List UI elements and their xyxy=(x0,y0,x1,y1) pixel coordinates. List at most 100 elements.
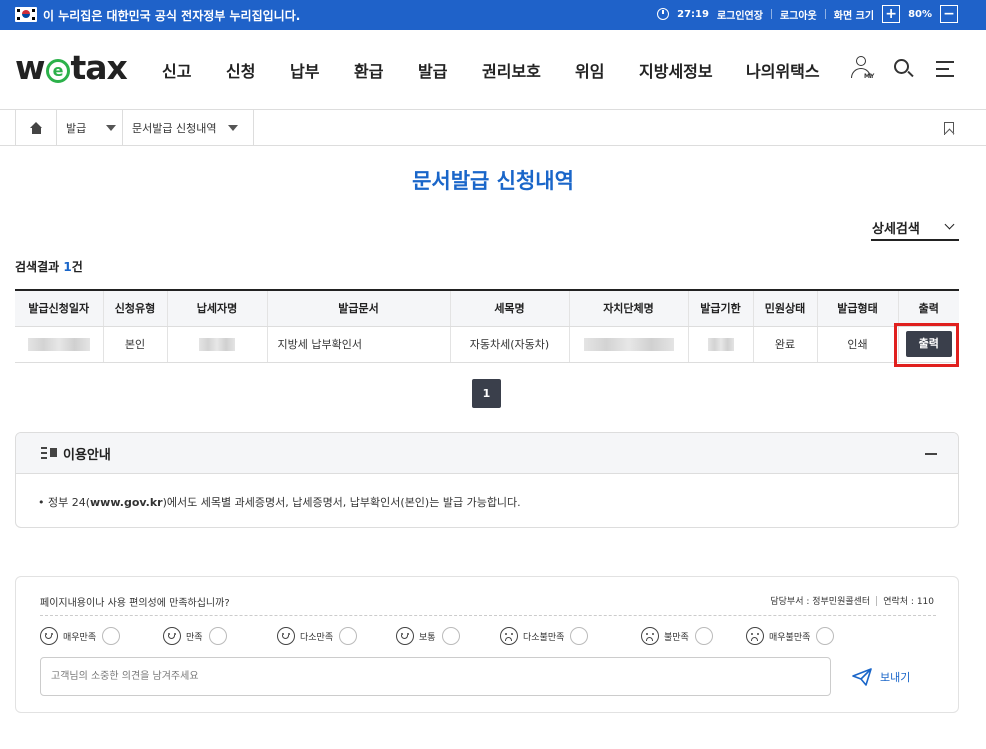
rating-radio[interactable] xyxy=(816,627,835,645)
rating-radio[interactable] xyxy=(570,627,589,645)
cell-request-date xyxy=(15,326,104,363)
logo-tax: tax xyxy=(70,48,128,87)
nav-item-payment[interactable]: 납부 xyxy=(290,58,354,82)
rating-neutral[interactable]: 보통 xyxy=(396,627,492,645)
very-satisfied-face-icon xyxy=(40,627,58,645)
nav-item-issue[interactable]: 발급 xyxy=(418,58,482,82)
caret-down-icon xyxy=(106,125,117,131)
send-feedback-button[interactable]: 보내기 xyxy=(852,666,910,688)
zoom-out-button[interactable]: − xyxy=(940,5,958,23)
menu-icon[interactable] xyxy=(934,56,958,82)
logo-e: e xyxy=(45,59,70,83)
announcement-icon xyxy=(41,447,57,459)
rating-dissatisfied[interactable]: 불만족 xyxy=(641,627,738,645)
chevron-down-icon xyxy=(944,219,955,230)
feedback-input[interactable] xyxy=(40,657,831,696)
contact-number: 연락처 : 110 xyxy=(883,597,934,607)
redacted-value xyxy=(707,337,734,351)
bookmark-icon[interactable] xyxy=(944,122,954,135)
cell-document: 지방세 납부확인서 xyxy=(267,326,451,363)
rating-radio[interactable] xyxy=(339,627,358,645)
home-button[interactable] xyxy=(15,110,57,146)
neutral-face-icon xyxy=(396,627,414,645)
cell-status: 완료 xyxy=(753,326,818,363)
somewhat-dissatisfied-face-icon xyxy=(500,627,518,645)
redacted-value xyxy=(27,337,90,351)
guide-text-part: )에서도 세목별 과세증명서, 납세증명서, 납부확인서(본인)는 발급 가능합… xyxy=(162,496,521,509)
pagination-page-1[interactable]: 1 xyxy=(472,379,501,408)
cell-municipality xyxy=(569,326,689,363)
wetax-logo[interactable]: w e tax xyxy=(15,48,128,87)
cell-deadline xyxy=(688,326,754,363)
cell-issue-form: 인쇄 xyxy=(817,326,899,363)
usage-guide-header[interactable]: 이용안내 xyxy=(16,433,958,474)
print-button[interactable]: 출력 xyxy=(905,331,952,357)
cell-request-type: 본인 xyxy=(103,326,168,363)
very-dissatisfied-face-icon xyxy=(746,627,764,645)
nav-item-delegation[interactable]: 위임 xyxy=(575,58,639,82)
issue-history-table: 발급신청일자 신청유형 납세자명 발급문서 세목명 자치단체명 발급기한 민원상… xyxy=(15,289,959,363)
result-suffix: 건 xyxy=(71,260,83,274)
detail-search-toggle[interactable]: 상세검색 xyxy=(871,213,959,241)
result-count-number: 1 xyxy=(63,260,72,274)
caret-down-icon xyxy=(228,125,239,131)
rating-radio[interactable] xyxy=(208,627,227,645)
breadcrumb: 발급 문서발급 신청내역 xyxy=(0,110,986,146)
divider xyxy=(770,9,772,19)
rating-very-satisfied[interactable]: 매우만족 xyxy=(40,627,155,645)
rating-somewhat-dissatisfied[interactable]: 다소불만족 xyxy=(500,627,633,645)
nav-item-my-wetax[interactable]: 나의위택스 xyxy=(746,58,820,82)
rating-very-dissatisfied[interactable]: 매우불만족 xyxy=(746,627,835,645)
rating-options: 매우만족 만족 다소만족 보통 다소불만족 불만족 매우불만족 xyxy=(40,627,842,645)
extend-login-button[interactable]: 로그인연장 xyxy=(717,7,763,22)
font-size-label: 화면 크기 xyxy=(833,10,875,22)
dissatisfied-face-icon xyxy=(641,627,659,645)
cell-print: 출력 xyxy=(898,326,959,363)
nav-item-refund[interactable]: 환급 xyxy=(354,58,418,82)
survey-question: 페이지내용이나 사용 편의성에 만족하십니까? xyxy=(40,598,230,609)
logout-button[interactable]: 로그아웃 xyxy=(780,7,817,22)
nav-item-local-tax-info[interactable]: 지방세정보 xyxy=(639,58,746,82)
page-title: 문서발급 신청내역 xyxy=(412,169,574,193)
table-header-row: 발급신청일자 신청유형 납세자명 발급문서 세목명 자치단체명 발급기한 민원상… xyxy=(15,290,959,327)
result-count: 검색결과 1건 xyxy=(15,258,83,275)
zoom-in-button[interactable]: + xyxy=(882,5,901,23)
col-header-tax-item: 세목명 xyxy=(450,290,570,327)
rating-somewhat-satisfied[interactable]: 다소만족 xyxy=(277,627,388,645)
breadcrumb-document-issue-history[interactable]: 문서발급 신청내역 xyxy=(123,110,254,146)
redacted-value xyxy=(583,337,674,351)
search-icon[interactable] xyxy=(892,56,916,82)
my-page-icon[interactable]: MY xyxy=(850,56,874,82)
breadcrumb-issue[interactable]: 발급 xyxy=(57,110,123,146)
nav-item-report[interactable]: 신고 xyxy=(162,58,226,82)
collapse-icon[interactable] xyxy=(925,453,937,455)
cell-taxpayer xyxy=(167,326,268,363)
result-prefix: 검색결과 xyxy=(15,260,64,274)
col-header-issue-form: 발급형태 xyxy=(817,290,899,327)
nav-item-apply[interactable]: 신청 xyxy=(226,58,290,82)
col-header-status: 민원상태 xyxy=(753,290,818,327)
rating-label: 다소만족 xyxy=(300,632,334,643)
somewhat-satisfied-face-icon xyxy=(277,627,295,645)
cell-tax-item: 자동차세(자동차) xyxy=(450,326,570,363)
col-header-taxpayer: 납세자명 xyxy=(167,290,268,327)
session-timer: 27:19 xyxy=(677,8,709,20)
breadcrumb-label: 문서발급 신청내역 xyxy=(132,122,217,135)
guide-text-part: • 정부 24( xyxy=(38,496,91,509)
redacted-value xyxy=(199,337,235,351)
usage-guide-title: 이용안내 xyxy=(63,448,111,463)
col-header-request-date: 발급신청일자 xyxy=(15,290,104,327)
rating-satisfied[interactable]: 만족 xyxy=(163,627,269,645)
paper-plane-icon xyxy=(852,668,872,686)
col-header-print: 출력 xyxy=(898,290,959,327)
rating-radio[interactable] xyxy=(694,627,713,645)
rating-radio[interactable] xyxy=(102,627,121,645)
rating-radio[interactable] xyxy=(441,627,460,645)
divider xyxy=(876,595,878,606)
rating-label: 불만족 xyxy=(664,632,689,643)
breadcrumb-label: 발급 xyxy=(66,122,87,135)
nav-item-rights[interactable]: 권리보호 xyxy=(482,58,575,82)
usage-guide-panel: 이용안내 • 정부 24(www.gov.kr)에서도 세목별 과세증명서, 납… xyxy=(15,432,959,528)
gov24-link[interactable]: www.gov.kr xyxy=(90,496,163,509)
my-label: MY xyxy=(864,73,875,80)
